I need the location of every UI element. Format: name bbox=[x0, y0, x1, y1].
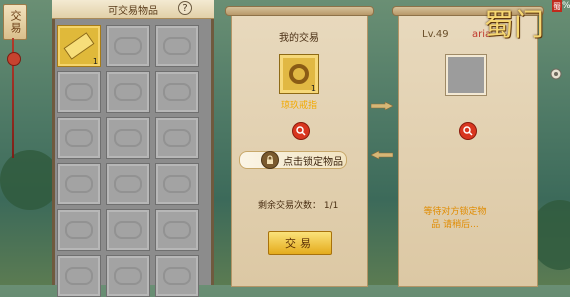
logo-badge: 蜀 bbox=[552, 0, 562, 12]
empty-slot-pattern bbox=[114, 221, 142, 239]
game-logo: 蜀门 bbox=[484, 8, 544, 43]
inventory-slot[interactable] bbox=[57, 117, 101, 159]
battery-percent: % bbox=[562, 1, 570, 11]
inventory-slot[interactable] bbox=[155, 209, 199, 251]
empty-slot-pattern bbox=[65, 129, 93, 147]
inventory-slot[interactable] bbox=[155, 163, 199, 205]
inventory-slot[interactable] bbox=[106, 163, 150, 205]
empty-slot-pattern bbox=[163, 175, 191, 193]
inventory-slot[interactable] bbox=[57, 209, 101, 251]
inventory-slot[interactable] bbox=[155, 117, 199, 159]
my-trade-title: 我的交易 bbox=[279, 33, 319, 44]
inventory-slot[interactable] bbox=[106, 71, 150, 113]
waiting-message: 等待对方锁定物品 请稍后... bbox=[423, 207, 487, 230]
other-player-level: Lv.49 bbox=[422, 29, 449, 40]
search-icon bbox=[463, 126, 473, 136]
inventory-slot[interactable] bbox=[155, 71, 199, 113]
other-trade-item-slot[interactable] bbox=[446, 55, 486, 95]
empty-slot-pattern bbox=[114, 175, 142, 193]
gear-icon[interactable] bbox=[548, 66, 564, 82]
trade-side-tab[interactable]: 交易 bbox=[3, 4, 27, 40]
lock-items-label: 点击锁定物品 bbox=[283, 157, 343, 168]
inspect-other-item-button[interactable] bbox=[459, 122, 477, 140]
empty-slot-pattern bbox=[114, 129, 142, 147]
empty-slot-pattern bbox=[65, 175, 93, 193]
inventory-slot[interactable] bbox=[57, 255, 101, 297]
inventory-slot[interactable] bbox=[155, 255, 199, 297]
empty-slot-pattern bbox=[114, 37, 142, 55]
inventory-slot[interactable]: 1 bbox=[57, 25, 101, 67]
inventory-slot[interactable] bbox=[106, 117, 150, 159]
empty-slot-pattern bbox=[65, 83, 93, 101]
empty-slot-pattern bbox=[163, 221, 191, 239]
empty-slot-pattern bbox=[163, 83, 191, 101]
inventory-slot[interactable] bbox=[106, 25, 150, 67]
empty-slot-pattern bbox=[114, 267, 142, 285]
inventory-slot[interactable] bbox=[106, 255, 150, 297]
empty-slot-pattern bbox=[65, 267, 93, 285]
inspect-item-button[interactable] bbox=[292, 122, 310, 140]
item-icon bbox=[63, 32, 95, 60]
item-quantity: 1 bbox=[92, 57, 98, 66]
help-icon[interactable]: ? bbox=[178, 1, 192, 15]
remaining-trades-value: 1/1 bbox=[323, 201, 339, 211]
arrow-right-icon bbox=[371, 102, 393, 110]
trade-button[interactable]: 交易 bbox=[268, 231, 332, 255]
arrow-left-icon bbox=[371, 151, 393, 159]
bg-foliage bbox=[0, 150, 60, 210]
my-trade-item-slot[interactable]: 1 bbox=[279, 54, 319, 94]
ring-icon bbox=[289, 64, 309, 84]
scroll-rod bbox=[225, 6, 374, 16]
empty-slot-pattern bbox=[163, 37, 191, 55]
empty-slot-pattern bbox=[163, 129, 191, 147]
remaining-trades: 剩余交易次数： 1/1 bbox=[258, 198, 338, 211]
other-trade-panel bbox=[398, 12, 538, 287]
inventory-slot[interactable] bbox=[57, 163, 101, 205]
empty-slot-pattern bbox=[65, 221, 93, 239]
my-trade-item-name: 琼玖戒指 bbox=[281, 101, 318, 111]
lock-icon bbox=[261, 151, 279, 169]
inventory-grid: 1 bbox=[57, 25, 205, 297]
tassel-knot bbox=[7, 52, 21, 66]
item-quantity: 1 bbox=[310, 84, 316, 93]
empty-slot-pattern bbox=[114, 83, 142, 101]
search-icon bbox=[296, 126, 306, 136]
empty-slot-pattern bbox=[163, 267, 191, 285]
inventory-slot[interactable] bbox=[57, 71, 101, 113]
inventory-slot[interactable] bbox=[106, 209, 150, 251]
remaining-trades-label: 剩余交易次数： bbox=[258, 201, 322, 211]
inventory-slot[interactable] bbox=[155, 25, 199, 67]
